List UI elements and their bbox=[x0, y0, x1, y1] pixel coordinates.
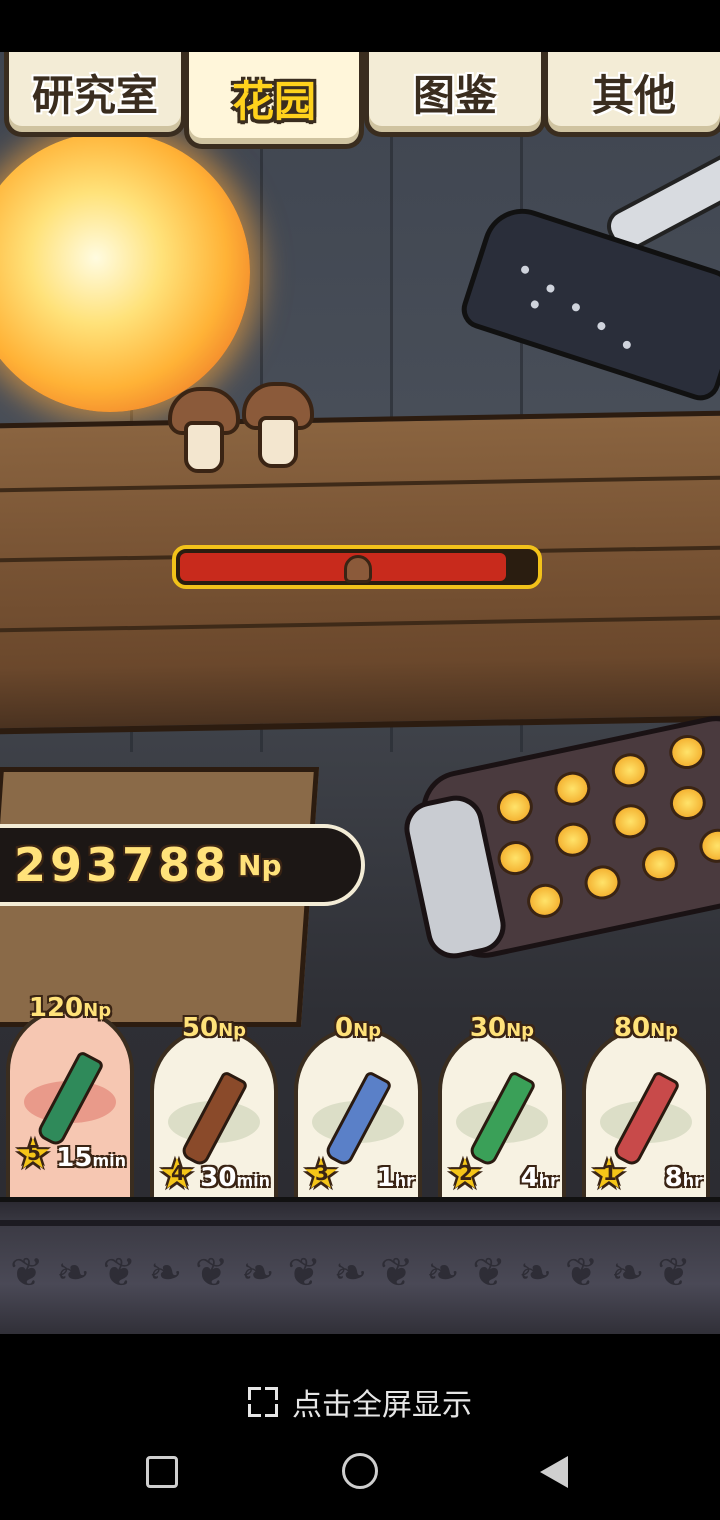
item-time: 1hr bbox=[376, 1163, 414, 1193]
game-scene[interactable]: 293788 Np 120Np ★ 5 15min 50Np ★ 4 30min… bbox=[0, 52, 720, 1334]
item-rarity: 5 bbox=[27, 1141, 41, 1165]
mushroom[interactable] bbox=[168, 387, 240, 473]
item-time: 4hr bbox=[520, 1163, 558, 1193]
item-time: 8hr bbox=[664, 1163, 702, 1193]
item-card[interactable]: 0Np ★ 3 1hr bbox=[294, 1013, 422, 1197]
growth-progress-bar bbox=[172, 545, 542, 589]
item-price: 0Np bbox=[334, 1013, 382, 1043]
item-price: 30Np bbox=[469, 1013, 535, 1043]
item-time: 15min bbox=[56, 1143, 126, 1173]
mushroom[interactable] bbox=[242, 382, 314, 468]
log-board bbox=[0, 475, 720, 493]
item-price: 80Np bbox=[613, 1013, 679, 1043]
ornate-base: ❦ ❧ ❦ ❧ ❦ ❧ ❦ ❧ ❦ ❧ ❦ ❧ ❦ ❧ ❦ bbox=[0, 1197, 720, 1334]
recent-apps-button[interactable] bbox=[146, 1456, 178, 1488]
growth-progress-fill bbox=[180, 553, 506, 581]
mushroom-icon bbox=[344, 555, 372, 583]
fullscreen-button[interactable]: 点击全屏显示 bbox=[0, 1380, 720, 1424]
back-button[interactable] bbox=[540, 1456, 568, 1488]
item-rarity: 3 bbox=[315, 1161, 329, 1185]
glowing-orb bbox=[0, 132, 250, 412]
expand-icon bbox=[248, 1387, 278, 1417]
tab-lab[interactable]: 研究室 bbox=[4, 52, 186, 137]
item-rarity: 1 bbox=[603, 1161, 617, 1185]
item-price: 120Np bbox=[28, 993, 112, 1023]
grow-lamp bbox=[456, 198, 720, 406]
tab-other[interactable]: 其他 bbox=[543, 52, 720, 137]
tab-garden-label: 花园 bbox=[231, 76, 316, 126]
log-board bbox=[0, 615, 720, 633]
item-rarity: 4 bbox=[171, 1161, 185, 1185]
item-card[interactable]: 120Np ★ 5 15min bbox=[6, 993, 134, 1197]
currency-unit: Np bbox=[238, 848, 282, 882]
item-card[interactable]: 80Np ★ 1 8hr bbox=[582, 1013, 710, 1197]
item-time: 30min bbox=[200, 1163, 270, 1193]
tab-encyclopedia[interactable]: 图鉴 bbox=[364, 52, 546, 137]
currency-counter: 293788 Np bbox=[0, 824, 365, 906]
item-card[interactable]: 30Np ★ 2 4hr bbox=[438, 1013, 566, 1197]
tab-encyclopedia-label: 图鉴 bbox=[412, 70, 497, 120]
item-price: 50Np bbox=[181, 1013, 247, 1043]
tab-lab-label: 研究室 bbox=[31, 70, 158, 120]
home-button[interactable] bbox=[342, 1453, 378, 1489]
tab-other-label: 其他 bbox=[591, 70, 676, 120]
fullscreen-label: 点击全屏显示 bbox=[292, 1388, 472, 1423]
tab-garden[interactable]: 花园 bbox=[184, 52, 364, 149]
currency-value: 293788 bbox=[14, 838, 231, 892]
item-rarity: 2 bbox=[459, 1161, 473, 1185]
item-card[interactable]: 50Np ★ 4 30min bbox=[150, 1013, 278, 1197]
